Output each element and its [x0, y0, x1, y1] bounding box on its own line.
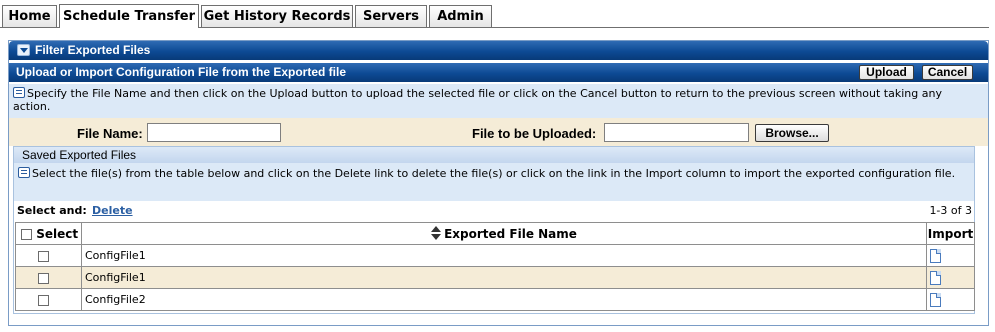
row-select-cell — [15, 288, 82, 311]
browse-button[interactable]: Browse... — [755, 124, 829, 142]
table-toolbar: Select and: Delete 1-3 of 3 — [14, 201, 974, 221]
import-document-icon[interactable] — [930, 248, 941, 263]
upload-button[interactable]: Upload — [859, 65, 914, 80]
file-name-label: File Name: — [77, 126, 143, 141]
import-cell — [926, 244, 975, 267]
select-and-label: Select and: — [17, 204, 87, 217]
file-name-cell: ConfigFile2 — [81, 288, 927, 311]
upload-instructions-text: Specify the File Name and then click on … — [13, 87, 942, 113]
tab-admin[interactable]: Admin — [429, 5, 492, 28]
cancel-button[interactable]: Cancel — [922, 65, 973, 80]
import-document-icon[interactable] — [930, 270, 941, 285]
file-to-upload-input[interactable] — [604, 123, 749, 142]
row-checkbox[interactable] — [38, 272, 49, 284]
row-checkbox[interactable] — [38, 294, 49, 306]
row-select-cell — [15, 266, 82, 289]
table-row: ConfigFile2 — [15, 288, 975, 311]
row-select-cell — [15, 244, 82, 267]
upload-section-title: Upload or Import Configuration File from… — [16, 65, 346, 79]
file-name-column-label: Exported File Name — [444, 227, 577, 241]
file-name-cell: ConfigFile1 — [81, 244, 927, 267]
import-cell — [926, 288, 975, 311]
file-name-column-header[interactable]: Exported File Name — [81, 222, 927, 245]
sort-icon[interactable] — [431, 226, 442, 240]
file-name-cell: ConfigFile1 — [81, 266, 927, 289]
saved-files-instructions: Select the file(s) from the table below … — [14, 163, 974, 201]
table-header-row: Select Exported File Name Import — [15, 222, 975, 245]
exported-files-table: Select Exported File Name Import ConfigF… — [15, 222, 975, 311]
filter-bar-title: Filter Exported Files — [35, 43, 151, 57]
tab-bar: Home Schedule Transfer Get History Recor… — [0, 0, 995, 28]
collapse-arrow-icon[interactable] — [17, 44, 30, 56]
upload-instructions: Specify the File Name and then click on … — [9, 84, 988, 118]
delete-link[interactable]: Delete — [92, 201, 133, 221]
file-name-input[interactable] — [147, 123, 281, 142]
select-all-checkbox[interactable] — [21, 228, 32, 240]
import-document-icon[interactable] — [930, 292, 941, 307]
import-column-label: Import — [927, 226, 974, 241]
row-checkbox[interactable] — [38, 250, 49, 262]
table-row: ConfigFile1 — [15, 266, 975, 289]
select-column-label: Select — [36, 226, 79, 241]
file-to-upload-label: File to be Uploaded: — [472, 126, 597, 141]
tab-schedule-transfer[interactable]: Schedule Transfer — [59, 4, 199, 28]
upload-form-row: File Name: File to be Uploaded: Browse..… — [9, 118, 988, 146]
table-row: ConfigFile1 — [15, 244, 975, 267]
info-message-icon — [13, 87, 25, 98]
tab-home[interactable]: Home — [2, 5, 57, 28]
tab-servers[interactable]: Servers — [355, 5, 427, 28]
info-message-icon — [18, 167, 30, 178]
select-column-header: Select — [15, 222, 82, 245]
import-cell — [926, 266, 975, 289]
filter-exported-files-bar[interactable]: Filter Exported Files — [9, 41, 988, 60]
import-column-header: Import — [926, 222, 975, 245]
saved-files-instructions-text: Select the file(s) from the table below … — [32, 167, 956, 180]
pagination-count: 1-3 of 3 — [929, 204, 972, 217]
saved-files-header: Saved Exported Files — [14, 147, 974, 163]
tab-get-history-records[interactable]: Get History Records — [201, 5, 353, 28]
upload-section-header: Upload or Import Configuration File from… — [9, 63, 988, 82]
